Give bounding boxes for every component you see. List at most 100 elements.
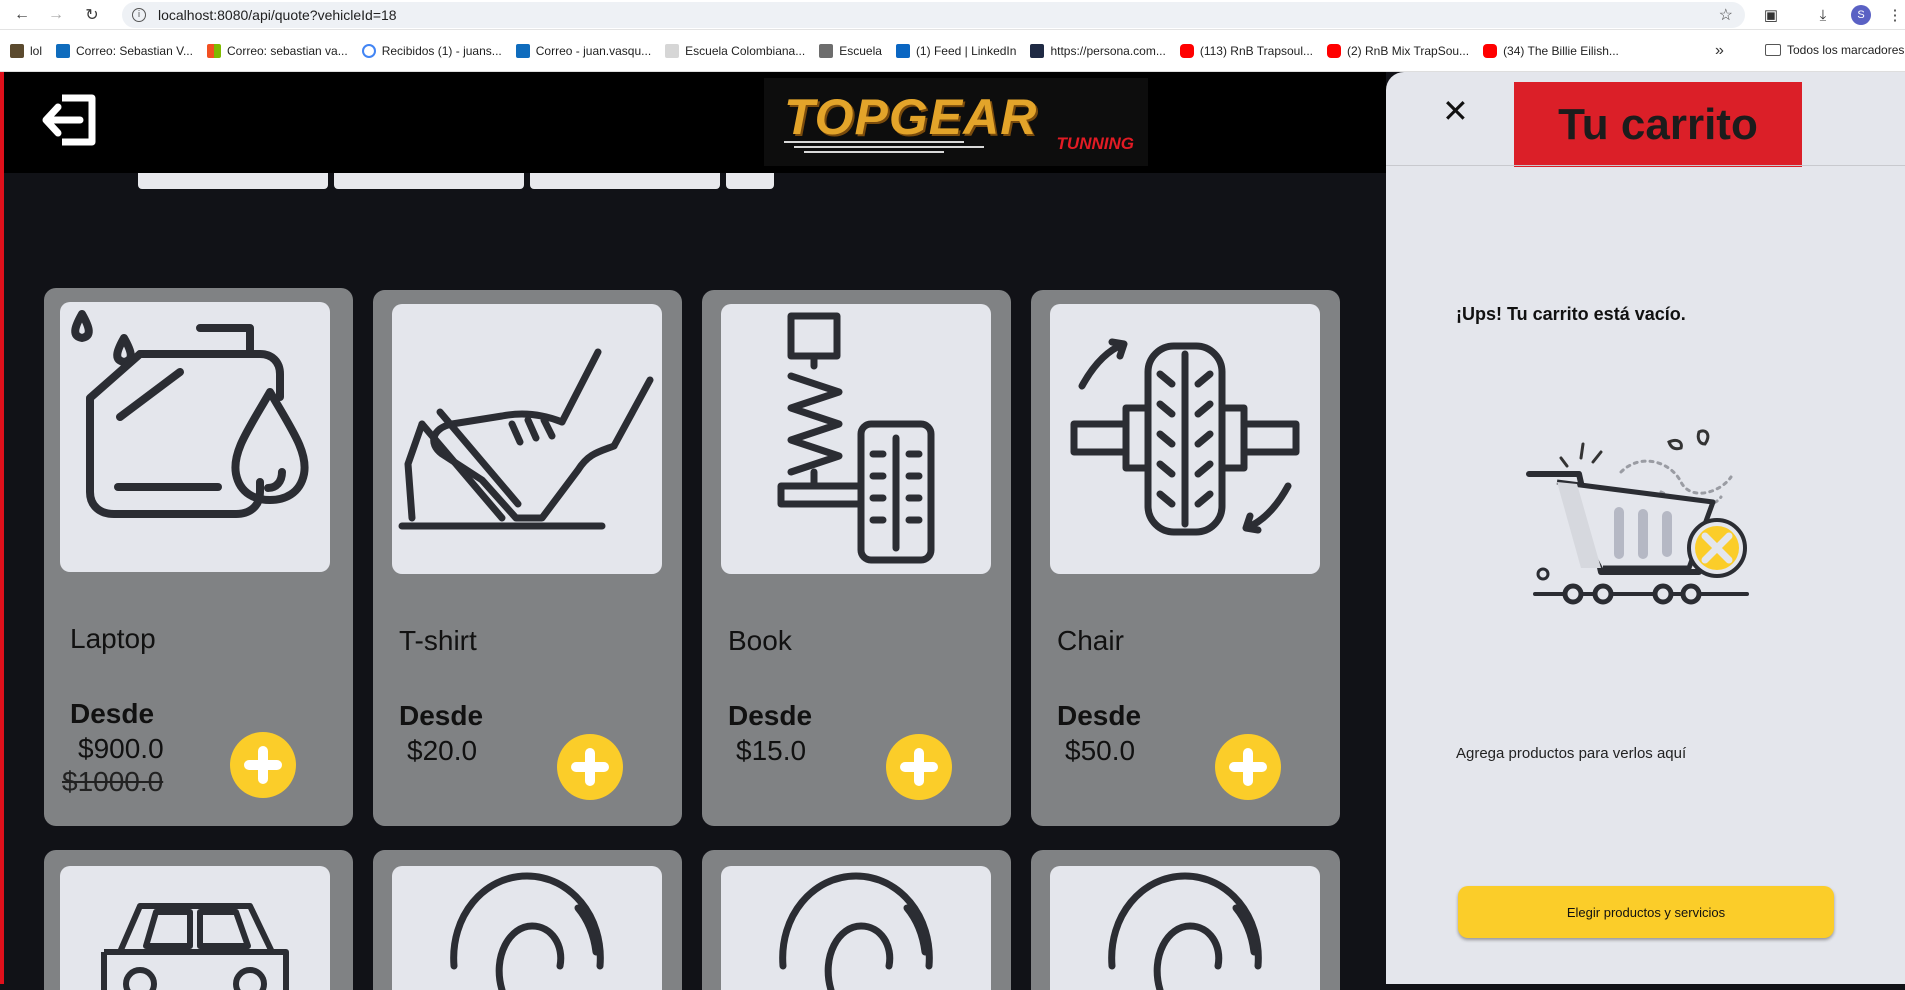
product-price: $15.0 [736,735,807,766]
bookmarks-bar: lol Correo: Sebastian V... Correo: sebas… [0,30,1905,72]
bookmark-item[interactable]: Escuela [819,43,882,58]
address-url[interactable]: localhost:8080/api/quote?vehicleId=18 [158,7,397,23]
bookmark-item[interactable]: (2) RnB Mix TrapSou... [1327,43,1470,58]
plus-icon-vertical [585,748,595,786]
product-card[interactable]: Chair Desde $50.0 [1031,290,1340,826]
cart-title: Tu carrito [1558,99,1758,149]
bookmark-favicon-icon [1030,43,1045,58]
category-tab[interactable] [334,173,524,189]
empty-cart-icon [1526,429,1749,605]
divider [1386,165,1905,166]
product-name: Book [728,625,792,656]
product-image [721,304,991,574]
bookmark-item[interactable]: Escuela Colombiana... [665,43,806,58]
car-icon [101,903,289,990]
pedal-icon [398,348,654,530]
product-desde-label: Desde [399,700,484,731]
product-name: Chair [1057,625,1124,656]
product-card[interactable] [373,850,682,990]
category-tab[interactable] [138,173,328,189]
bookmark-item[interactable]: Correo: Sebastian V... [56,43,193,58]
bookmark-favicon-icon [665,43,680,58]
bookmark-label: Correo: sebastian va... [226,43,348,58]
address-bar[interactable]: i localhost:8080/api/quote?vehicleId=18 … [122,2,1745,28]
menu-kebab-icon[interactable]: ⋮ [1884,4,1905,26]
bookmark-favicon-icon [361,43,376,58]
bookmark-label: lol [30,43,43,58]
bookmark-label: (113) RnB Trapsoul... [1199,43,1314,58]
product-card[interactable] [44,850,353,990]
bookmark-label: (1) Feed | LinkedIn [915,43,1017,58]
product-price: $900.0 [78,733,164,764]
wheel-alignment-icon [1070,338,1300,536]
product-image [392,866,662,990]
bookmark-favicon-icon [1327,43,1342,58]
bookmark-star-icon[interactable]: ☆ [1719,5,1733,25]
logo-main-text: TOPGEAR [784,89,1038,145]
bookmark-favicon-icon [515,43,530,58]
logout-arrow-icon[interactable] [40,92,100,148]
product-card[interactable] [702,850,1011,990]
bookmark-favicon-icon [895,43,910,58]
close-icon[interactable]: ✕ [1442,92,1469,130]
topgear-logo[interactable]: TOPGEAR TUNNING [764,78,1148,166]
product-price: $50.0 [1065,735,1136,766]
cart-panel: ✕ Tu carrito ¡Ups! Tu carrito está vacío… [1386,72,1905,984]
choose-products-button[interactable]: Elegir productos y servicios [1458,886,1834,938]
bookmark-item[interactable]: Recibidos (1) - juans... [361,43,502,58]
site-info-icon[interactable]: i [132,8,146,22]
bookmark-label: Correo: Sebastian V... [76,43,193,58]
bookmark-label: https://persona.com... [1050,43,1166,58]
gear-icon [779,872,933,990]
product-image [721,866,991,990]
category-tab[interactable] [726,173,774,189]
plus-icon-vertical [914,748,924,786]
bookmark-item[interactable]: https://persona.com... [1030,43,1166,58]
product-image [60,302,330,572]
back-arrow-icon[interactable]: ← [12,5,32,25]
bookmark-favicon-icon [819,43,834,58]
product-name: T-shirt [399,625,477,656]
bookmarks-overflow-icon[interactable]: » [1715,42,1724,60]
product-price: $20.0 [407,735,478,766]
logo-sub-text: TUNNING [1056,134,1134,153]
bookmark-item[interactable]: Correo - juan.vasqu... [515,43,651,58]
product-image [1050,866,1320,990]
category-tab[interactable] [530,173,720,189]
logo-speed-lines [784,141,984,153]
product-image [392,304,662,574]
product-name: Laptop [70,623,156,654]
product-desde-label: Desde [70,698,155,729]
add-to-cart-button[interactable] [230,732,296,798]
bookmark-label: (2) RnB Mix TrapSou... [1347,43,1470,58]
bookmark-label: Escuela Colombiana... [685,43,806,58]
bookmark-item[interactable]: (113) RnB Trapsoul... [1179,43,1314,58]
product-card[interactable] [1031,850,1340,990]
gear-icon [450,872,604,990]
gear-icon [1108,872,1262,990]
add-to-cart-button[interactable] [1215,734,1281,800]
product-desde-label: Desde [1057,700,1142,731]
site-header: TOPGEAR TUNNING [4,72,1386,173]
product-image [60,866,330,990]
cart-empty-message: ¡Ups! Tu carrito está vacío. [1456,304,1686,324]
forward-arrow-icon[interactable]: → [46,5,66,25]
product-card[interactable]: T-shirt Desde $20.0 [373,290,682,826]
bookmark-item[interactable]: Correo: sebastian va... [206,43,348,58]
add-to-cart-button[interactable] [557,734,623,800]
add-to-cart-button[interactable] [886,734,952,800]
bookmark-favicon-icon [56,43,71,58]
bookmark-item[interactable]: (1) Feed | LinkedIn [895,43,1017,58]
reload-icon[interactable]: ↻ [82,5,102,25]
product-card[interactable]: Book Desde $15.0 [702,290,1011,826]
bookmarks-folder[interactable]: Todos los marcadores [1765,43,1904,57]
bookmark-item[interactable]: lol [10,43,43,58]
cart-hint: Agrega productos para verlos aquí [1456,745,1687,762]
product-card[interactable]: Laptop Desde $900.0 $1000.0 [44,288,353,826]
download-icon[interactable]: ⤓ [1812,4,1834,26]
profile-avatar[interactable]: S [1851,5,1871,25]
bookmark-item[interactable]: (34) The Billie Eilish... [1483,43,1619,58]
bookmark-favicon-icon [1179,43,1194,58]
extensions-icon[interactable]: ▣ [1760,4,1782,26]
bookmark-label: Recibidos (1) - juans... [381,43,502,58]
